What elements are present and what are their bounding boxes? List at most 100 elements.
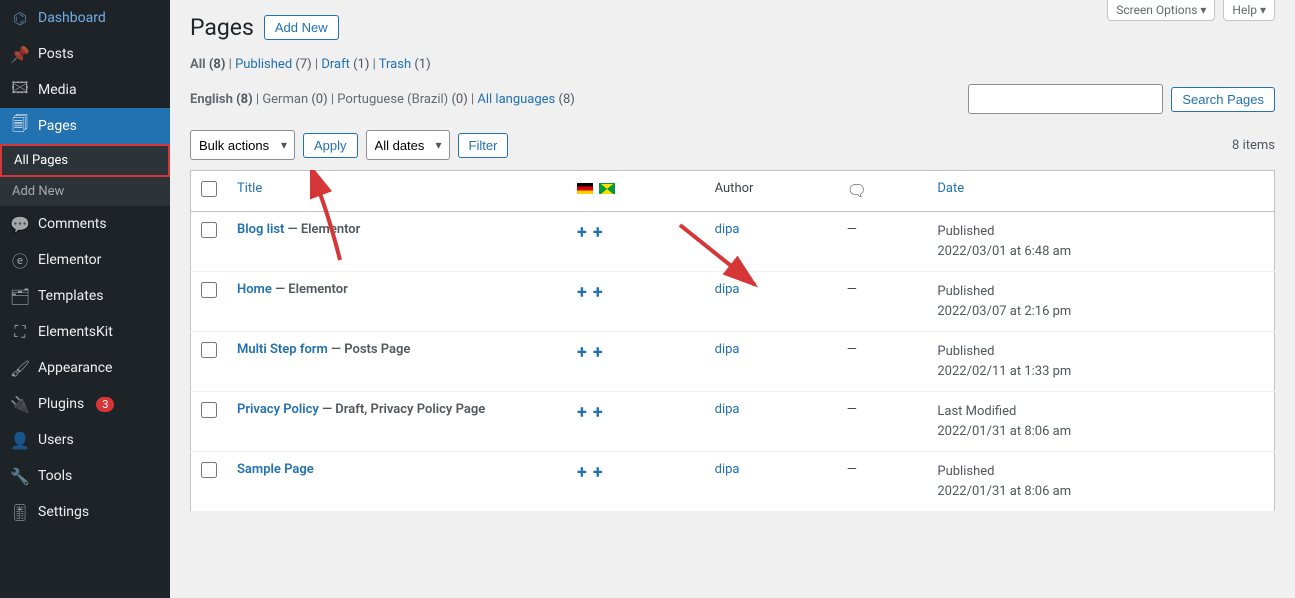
add-translation-br-icon[interactable]: + [593, 282, 603, 303]
table-row: Blog list — Elementor + + dipa — Publishe… [191, 212, 1275, 272]
row-title-link[interactable]: Home [237, 282, 272, 297]
wrench-icon: 🔧 [10, 466, 30, 486]
row-checkbox[interactable] [201, 222, 217, 238]
top-tabs: Screen Options ▾ Help ▾ [1107, 0, 1275, 21]
search-box: Search Pages [968, 84, 1275, 114]
filter-button[interactable]: Filter [458, 133, 509, 158]
select-all-checkbox[interactable] [201, 181, 217, 197]
submenu-all-pages[interactable]: All Pages [0, 144, 170, 177]
lang-english[interactable]: English (8) [190, 92, 253, 107]
sidebar-item-elementskit[interactable]: ⛶ElementsKit [0, 314, 170, 350]
add-translation-br-icon[interactable]: + [593, 402, 603, 423]
help-tab[interactable]: Help ▾ [1223, 0, 1275, 21]
flag-de-icon[interactable] [577, 183, 593, 194]
sidebar-item-settings[interactable]: 🎚Settings [0, 494, 170, 530]
lang-portuguese[interactable]: Portuguese (Brazil) (0) [337, 92, 467, 107]
lang-german[interactable]: German (0) [262, 92, 327, 107]
flag-br-icon[interactable] [599, 183, 615, 194]
filter-draft[interactable]: Draft (1) [321, 57, 369, 72]
row-title-link[interactable]: Sample Page [237, 462, 314, 477]
gauge-icon: ⌬ [10, 8, 30, 28]
plugins-badge: 3 [96, 397, 114, 412]
add-new-button[interactable]: Add New [264, 15, 339, 40]
add-translation-de-icon[interactable]: + [577, 282, 587, 303]
row-checkbox[interactable] [201, 342, 217, 358]
submenu-add-new[interactable]: Add New [0, 177, 170, 206]
filter-published[interactable]: Published (7) [235, 57, 312, 72]
filter-all[interactable]: All (8) [190, 57, 225, 72]
author-link[interactable]: dipa [715, 402, 740, 417]
sidebar-item-comments[interactable]: 💬Comments [0, 206, 170, 242]
lang-filters-row: English (8) | German (0) | Portuguese (B… [190, 78, 1275, 120]
add-translation-br-icon[interactable]: + [593, 222, 603, 243]
table-row: Multi Step form — Posts Page + + dipa — P… [191, 332, 1275, 392]
brush-icon: 🖌 [10, 358, 30, 378]
comments-cell: — [837, 212, 928, 272]
sidebar-item-posts[interactable]: 📌Posts [0, 36, 170, 72]
add-translation-de-icon[interactable]: + [577, 462, 587, 483]
row-checkbox[interactable] [201, 462, 217, 478]
comments-cell: — [837, 392, 928, 452]
filter-trash[interactable]: Trash (1) [379, 57, 431, 72]
date-cell: Published2022/03/01 at 6:48 am [927, 212, 1274, 272]
media-icon: 🖾 [10, 80, 30, 100]
row-meta: — Elementor [272, 282, 348, 297]
sidebar-item-tools[interactable]: 🔧Tools [0, 458, 170, 494]
author-link[interactable]: dipa [715, 222, 740, 237]
plug-icon: 🔌 [10, 394, 30, 414]
comments-cell: — [837, 452, 928, 512]
sidebar-item-pages[interactable]: 🗐Pages [0, 108, 170, 144]
author-link[interactable]: dipa [715, 282, 740, 297]
lang-all[interactable]: All languages (8) [477, 92, 574, 107]
apply-button[interactable]: Apply [303, 133, 358, 158]
row-title-link[interactable]: Blog list [237, 222, 284, 237]
date-cell: Published2022/03/07 at 2:16 pm [927, 272, 1274, 332]
sidebar-item-templates[interactable]: 🗂Templates [0, 278, 170, 314]
pages-table: Title Author 🗨 Date Blog list — Elemento… [190, 170, 1275, 512]
sidebar-item-dashboard[interactable]: ⌬Dashboard [0, 0, 170, 36]
actions-row: Bulk actions Apply All dates Filter 8 it… [190, 120, 1275, 170]
add-translation-br-icon[interactable]: + [593, 342, 603, 363]
bulk-actions-select[interactable]: Bulk actions [190, 130, 295, 160]
status-filters: All (8) | Published (7) | Draft (1) | Tr… [190, 51, 1275, 78]
date-cell: Published2022/02/11 at 1:33 pm [927, 332, 1274, 392]
templates-icon: 🗂 [10, 286, 30, 306]
author-column-header: Author [715, 181, 754, 196]
author-link[interactable]: dipa [715, 342, 740, 357]
add-translation-br-icon[interactable]: + [593, 462, 603, 483]
sidebar-item-plugins[interactable]: 🔌Plugins3 [0, 386, 170, 422]
items-count: 8 items [1232, 138, 1275, 153]
comments-cell: — [837, 332, 928, 392]
date-column-header[interactable]: Date [937, 181, 964, 196]
elementskit-icon: ⛶ [10, 322, 30, 342]
user-icon: 👤 [10, 430, 30, 450]
dates-select[interactable]: All dates [366, 130, 450, 160]
admin-sidebar: ⌬Dashboard 📌Posts 🖾Media 🗐Pages All Page… [0, 0, 170, 598]
sidebar-item-users[interactable]: 👤Users [0, 422, 170, 458]
row-title-link[interactable]: Privacy Policy [237, 402, 319, 417]
sidebar-item-elementor[interactable]: ⓔElementor [0, 242, 170, 278]
sidebar-item-appearance[interactable]: 🖌Appearance [0, 350, 170, 386]
add-translation-de-icon[interactable]: + [577, 222, 587, 243]
main-content: Screen Options ▾ Help ▾ Pages Add New Al… [170, 0, 1295, 598]
date-cell: Published2022/01/31 at 8:06 am [927, 452, 1274, 512]
table-row: Sample Page + + dipa — Published2022/01/3… [191, 452, 1275, 512]
row-meta: — Elementor [284, 222, 360, 237]
search-input[interactable] [968, 84, 1163, 114]
screen-options-tab[interactable]: Screen Options ▾ [1107, 0, 1215, 21]
add-translation-de-icon[interactable]: + [577, 342, 587, 363]
row-title-link[interactable]: Multi Step form [237, 342, 328, 357]
search-pages-button[interactable]: Search Pages [1171, 87, 1275, 112]
row-checkbox[interactable] [201, 282, 217, 298]
pages-icon: 🗐 [10, 116, 30, 136]
sidebar-item-media[interactable]: 🖾Media [0, 72, 170, 108]
row-checkbox[interactable] [201, 402, 217, 418]
comments-cell: — [837, 272, 928, 332]
date-cell: Last Modified2022/01/31 at 8:06 am [927, 392, 1274, 452]
author-link[interactable]: dipa [715, 462, 740, 477]
sliders-icon: 🎚 [10, 502, 30, 522]
title-column-header[interactable]: Title [237, 181, 262, 196]
row-meta: — Posts Page [328, 342, 411, 357]
add-translation-de-icon[interactable]: + [577, 402, 587, 423]
table-row: Home — Elementor + + dipa — Published2022… [191, 272, 1275, 332]
